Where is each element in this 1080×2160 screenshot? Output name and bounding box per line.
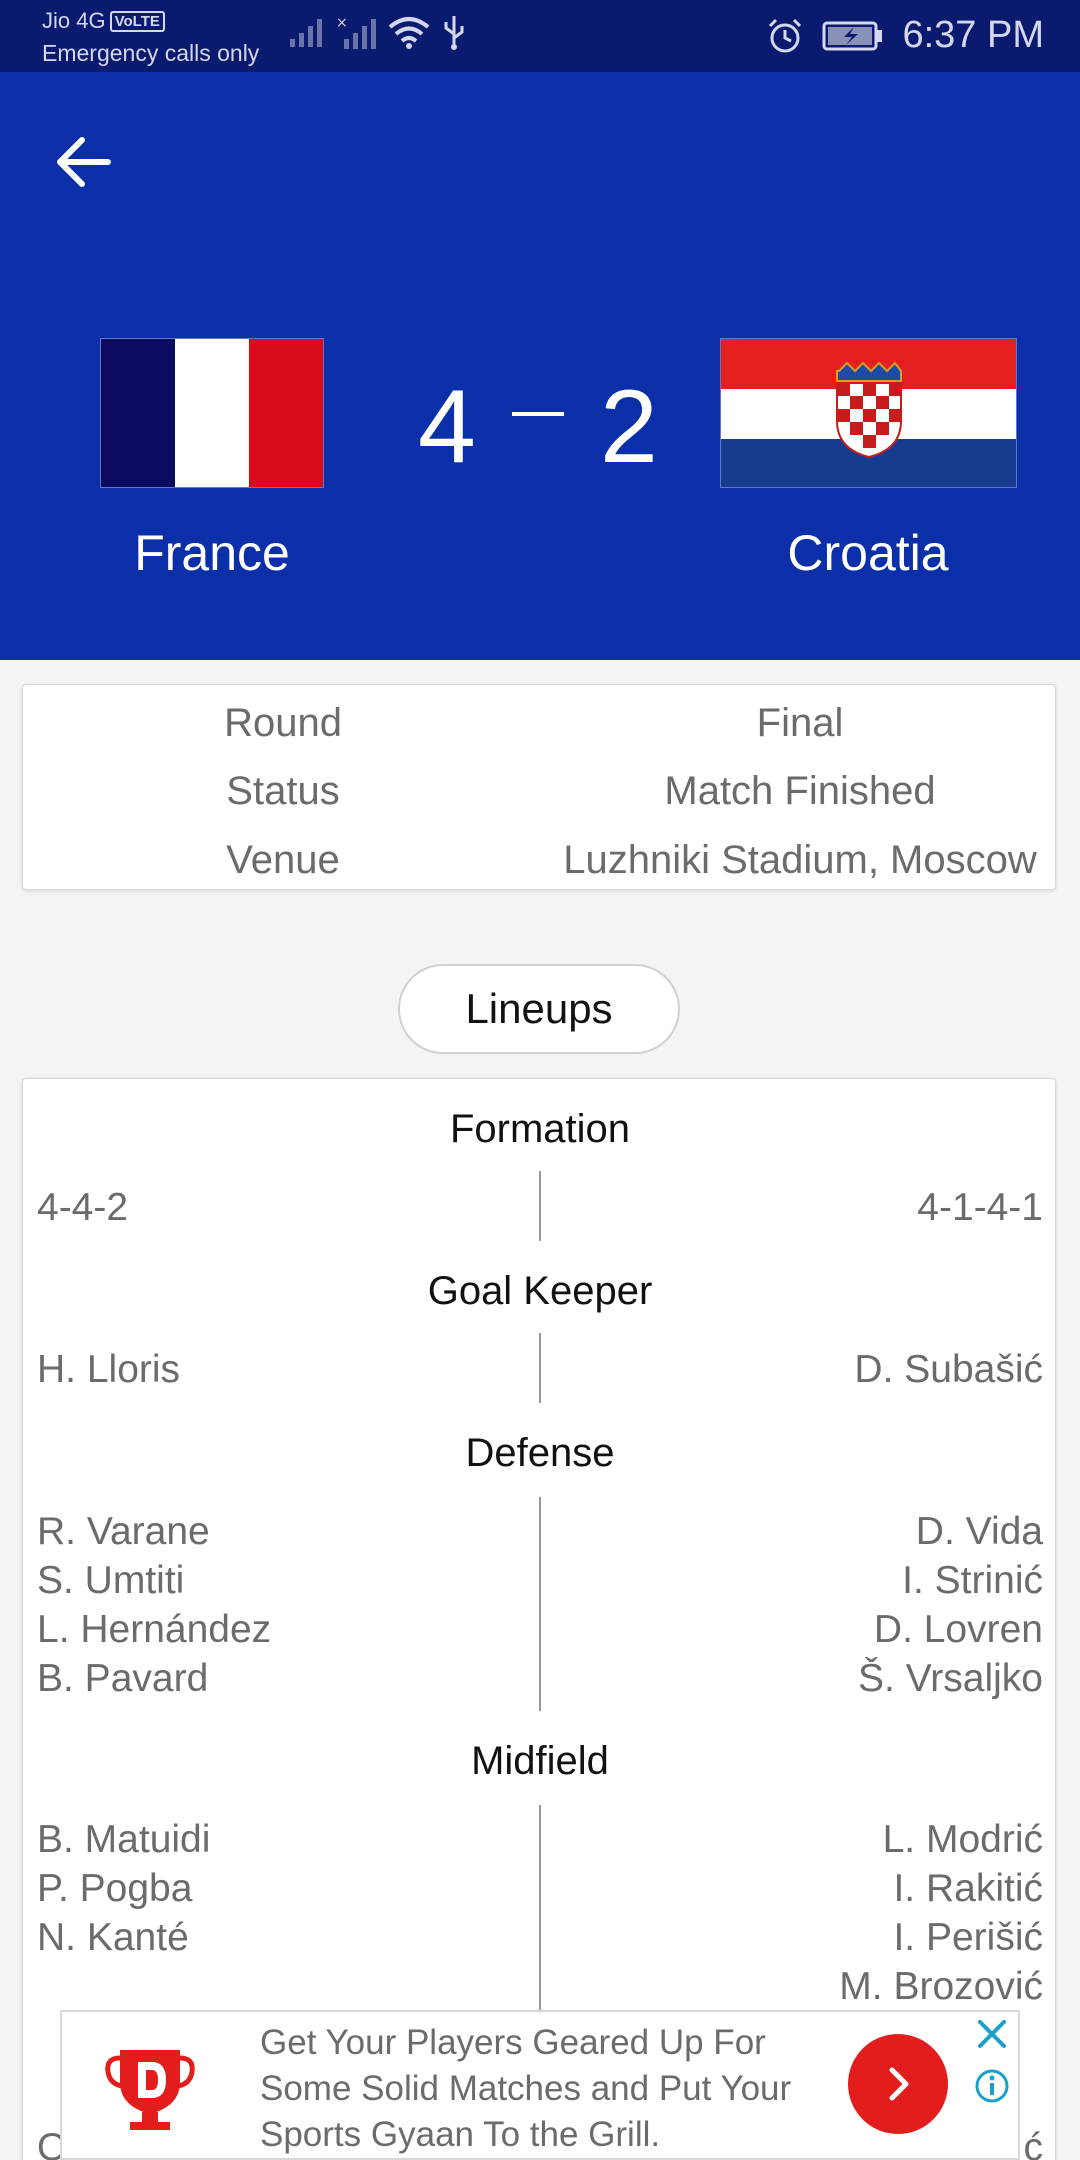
home-midfield: B. Matuidi P. Pogba N. Kanté — [37, 1815, 210, 1962]
svg-text:×: × — [336, 15, 348, 31]
list-item: D. Lovren — [873, 1608, 1043, 1651]
home-score: 4 — [418, 369, 476, 485]
flag-stripe-red — [249, 339, 323, 487]
croatia-coat-of-arms-icon — [836, 361, 902, 459]
list-item: R. Varane — [37, 1510, 210, 1553]
usb-icon — [444, 16, 464, 50]
info-row-status: Status Match Finished — [23, 761, 1057, 821]
list-item: Š. Vrsaljko — [858, 1657, 1043, 1700]
list-item: M. Brozović — [839, 1965, 1043, 2008]
list-item: S. Umtiti — [37, 1559, 185, 1602]
close-icon[interactable] — [974, 2016, 1010, 2052]
back-arrow-icon[interactable] — [52, 130, 116, 194]
info-label: Venue — [226, 838, 340, 882]
match-header: 4 2 France Croatia — [0, 72, 1080, 660]
info-icon[interactable] — [974, 2068, 1010, 2104]
list-item: P. Pogba — [37, 1867, 193, 1910]
column-divider — [539, 1333, 541, 1403]
dream11-logo-icon — [105, 2050, 195, 2130]
lineup-card: Formation 4-4-2 4-1-4-1 Goal Keeper H. L… — [22, 1078, 1056, 2160]
list-item: 4-4-2 — [37, 1186, 129, 1229]
info-value: Luzhniki Stadium, Moscow — [563, 838, 1037, 882]
info-row-round: Round Final — [23, 693, 1057, 753]
section-title-formation: Formation — [449, 1107, 631, 1151]
ad-banner[interactable]: Get Your Players Geared Up For Some Soli… — [60, 2010, 1020, 2160]
status-bar: Jio 4G VoLTE Emergency calls only × 6:37 … — [0, 0, 1080, 72]
battery-charging-icon — [822, 21, 883, 50]
lineups-button[interactable]: Lineups — [398, 964, 680, 1054]
croatia-flag-icon — [720, 338, 1017, 488]
carrier-label: Jio 4G VoLTE — [42, 8, 165, 34]
ad-text: Get Your Players Geared Up For Some Soli… — [260, 2023, 792, 2154]
list-item: 4-1-4-1 — [917, 1186, 1043, 1229]
home-formation: 4-4-2 — [37, 1183, 128, 1232]
home-goalkeeper: H. Lloris — [37, 1345, 180, 1394]
info-label: Round — [224, 701, 342, 745]
away-partial-row: ć — [1023, 2126, 1044, 2160]
column-divider — [539, 1805, 541, 2037]
wifi-icon — [388, 17, 430, 49]
list-item: H. Lloris — [37, 1348, 181, 1391]
volte-badge: VoLTE — [109, 11, 165, 32]
section-title-defense: Defense — [465, 1431, 615, 1475]
away-defense: D. Vida I. Strinić D. Lovren Š. Vrsaljko — [858, 1507, 1043, 1703]
france-flag-icon — [100, 338, 324, 488]
list-item: I. Rakitić — [893, 1867, 1043, 1910]
list-item: L. Hernández — [37, 1608, 272, 1651]
info-value: Match Finished — [664, 769, 936, 813]
list-item: B. Pavard — [37, 1657, 209, 1700]
signal-icon-2: × — [336, 15, 376, 49]
section-title-goalkeeper: Goal Keeper — [427, 1269, 653, 1313]
signal-icon — [290, 19, 322, 47]
ad-cta-button[interactable] — [848, 2034, 948, 2134]
list-item: I. Perišić — [893, 1916, 1043, 1959]
away-formation: 4-1-4-1 — [917, 1183, 1043, 1232]
match-info-card: Round Final Status Match Finished Venue … — [22, 684, 1056, 890]
status-time: 6:37 PM — [902, 14, 1044, 56]
list-item: D. Subašić — [854, 1348, 1043, 1391]
carrier-name: Jio 4G — [42, 8, 106, 33]
list-item: B. Matuidi — [37, 1818, 211, 1861]
status-icons-right: 6:37 PM — [766, 14, 1044, 57]
column-divider — [539, 1497, 541, 1711]
list-item: L. Modrić — [882, 1818, 1043, 1861]
away-score: 2 — [600, 369, 658, 485]
away-midfield: L. Modrić I. Rakitić I. Perišić M. Brozo… — [839, 1815, 1043, 2011]
alarm-icon — [769, 18, 802, 52]
section-title-midfield: Midfield — [471, 1739, 609, 1783]
list-item: I. Strinić — [902, 1559, 1043, 1602]
flag-stripe-white — [175, 339, 249, 487]
list-item: D. Vida — [915, 1510, 1043, 1553]
chevron-right-icon — [889, 2067, 909, 2101]
info-row-venue: Venue Luzhniki Stadium, Moscow — [23, 830, 1057, 890]
status-icons-left: × — [290, 14, 466, 50]
score-separator — [512, 412, 564, 416]
list-item: N. Kanté — [37, 1916, 189, 1959]
home-defense: R. Varane S. Umtiti L. Hernández B. Pava… — [37, 1507, 271, 1703]
flag-stripe-blue — [101, 339, 175, 487]
emergency-label: Emergency calls only — [42, 40, 260, 66]
away-team-name: Croatia — [787, 525, 949, 581]
info-label: Status — [226, 769, 340, 813]
away-goalkeeper: D. Subašić — [854, 1345, 1043, 1394]
column-divider — [539, 1171, 541, 1241]
home-team-name: France — [134, 525, 290, 581]
info-value: Final — [756, 701, 844, 745]
